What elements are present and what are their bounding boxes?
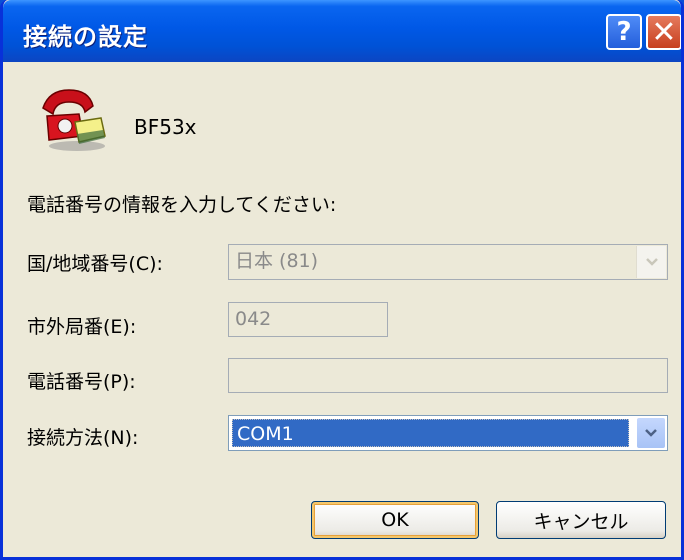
area-code-value: 042 (235, 308, 272, 330)
chevron-down-icon[interactable] (636, 246, 666, 278)
chevron-down-icon[interactable] (636, 417, 666, 449)
help-icon: ? (616, 17, 632, 47)
window-title: 接続の設定 (23, 23, 148, 51)
country-code-dropdown[interactable]: 日本 (81) (228, 244, 668, 280)
ok-button-label: OK (381, 509, 409, 531)
title-bar[interactable]: 接続の設定 ? ✕ (3, 0, 681, 62)
phone-number-field[interactable] (228, 358, 668, 393)
connection-method-value: COM1 (232, 419, 629, 447)
connection-settings-dialog: 接続の設定 ? ✕ BF53x 電話番号の情報を入力してください: 国/地域番号… (0, 0, 684, 560)
country-code-value: 日本 (81) (235, 250, 319, 272)
area-code-field[interactable]: 042 (228, 302, 388, 337)
area-code-label: 市外局番(E): (27, 316, 137, 338)
connection-method-dropdown[interactable]: COM1 (228, 415, 668, 451)
close-button[interactable]: ✕ (646, 14, 681, 50)
close-icon: ✕ (651, 14, 677, 50)
cancel-button-label: キャンセル (533, 510, 629, 533)
connection-name: BF53x (134, 115, 197, 139)
phone-number-label: 電話番号(P): (27, 371, 136, 393)
connection-method-label: 接続方法(N): (27, 427, 139, 449)
phone-icon (42, 89, 106, 151)
instruction-text: 電話番号の情報を入力してください: (27, 194, 337, 216)
ok-button[interactable]: OK (311, 501, 479, 539)
help-button[interactable]: ? (606, 14, 642, 50)
country-code-label: 国/地域番号(C): (27, 253, 163, 275)
dialog-body: BF53x 電話番号の情報を入力してください: 国/地域番号(C): 日本 (8… (3, 62, 681, 557)
cancel-button[interactable]: キャンセル (496, 501, 666, 539)
